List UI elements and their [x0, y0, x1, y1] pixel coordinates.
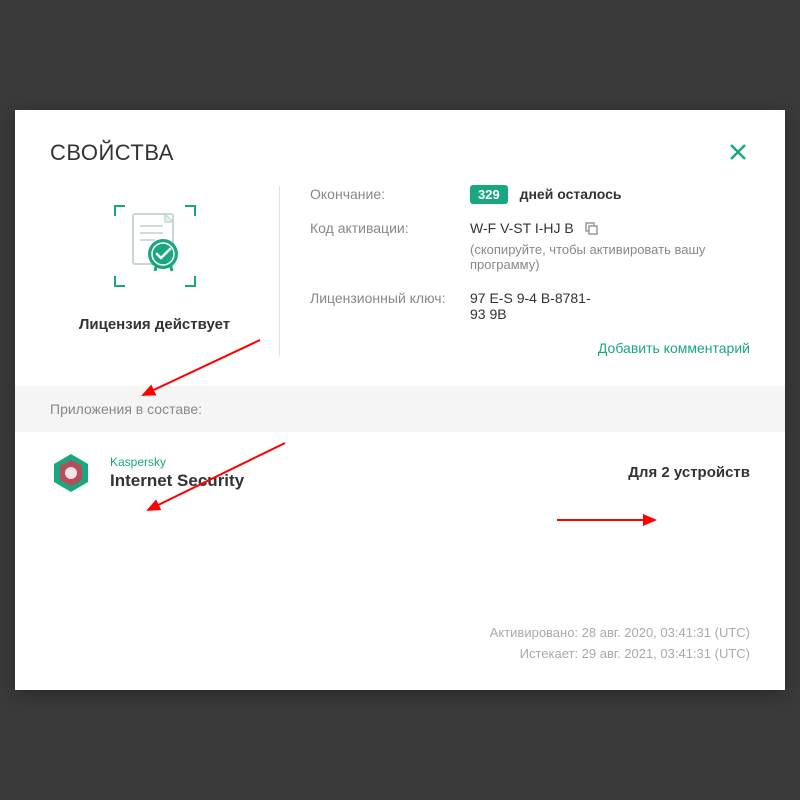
app-product-name: Internet Security: [110, 471, 244, 491]
license-details-column: Окончание: 329 дней осталось Код активац…: [280, 186, 750, 356]
add-comment-link[interactable]: Добавить комментарий: [310, 340, 750, 356]
expiration-row: Окончание: 329 дней осталось: [310, 186, 750, 202]
license-key-row: Лицензионный ключ: 97 E-S 9-4 B-8781- 93…: [310, 290, 750, 322]
expiration-value: 329 дней осталось: [470, 186, 750, 202]
license-section: Лицензия действует Окончание: 329 дней о…: [15, 166, 785, 386]
app-text: Kaspersky Internet Security: [110, 455, 244, 491]
expires-date: Истекает: 29 авг. 2021, 03:41:31 (UTC): [490, 644, 750, 665]
expiration-label: Окончание:: [310, 186, 470, 202]
license-key-value: 97 E-S 9-4 B-8781- 93 9B: [470, 290, 750, 322]
modal-title: СВОЙСТВА: [50, 140, 174, 166]
modal-header: СВОЙСТВА: [15, 110, 785, 166]
app-row: Kaspersky Internet Security Для 2 устрой…: [15, 432, 785, 534]
product-hex-icon: [50, 452, 92, 494]
license-key-line2: 93 9B: [470, 306, 750, 322]
apps-section-header: Приложения в составе:: [15, 386, 785, 432]
license-key-line1: 97 E-S 9-4 B-8781-: [470, 290, 750, 306]
devices-count: Для 2 устройств: [628, 464, 750, 481]
license-key-label: Лицензионный ключ:: [310, 290, 470, 306]
days-remaining-text: дней осталось: [520, 186, 622, 202]
activation-code-text: W-F V-ST I-HJ B: [470, 220, 574, 236]
copy-hint-text: (скопируйте, чтобы активировать вашу про…: [470, 242, 750, 272]
license-document-icon: [105, 196, 205, 296]
activation-code-label: Код активации:: [310, 220, 470, 236]
activated-date: Активировано: 28 авг. 2020, 03:41:31 (UT…: [490, 623, 750, 644]
footer-dates: Активировано: 28 авг. 2020, 03:41:31 (UT…: [490, 623, 750, 665]
activation-code-value: W-F V-ST I-HJ B (скопируйте, чтобы актив…: [470, 220, 750, 272]
days-remaining-badge: 329: [470, 185, 508, 204]
copy-icon[interactable]: [584, 221, 598, 238]
close-icon: [729, 143, 747, 161]
license-visual-column: Лицензия действует: [50, 186, 280, 356]
activation-code-row: Код активации: W-F V-ST I-HJ B (скопируй…: [310, 220, 750, 272]
properties-modal: СВОЙСТВА: [15, 110, 785, 690]
app-info: Kaspersky Internet Security: [50, 452, 244, 494]
app-brand: Kaspersky: [110, 455, 244, 469]
license-status-text: Лицензия действует: [50, 316, 259, 333]
close-button[interactable]: [726, 140, 750, 164]
